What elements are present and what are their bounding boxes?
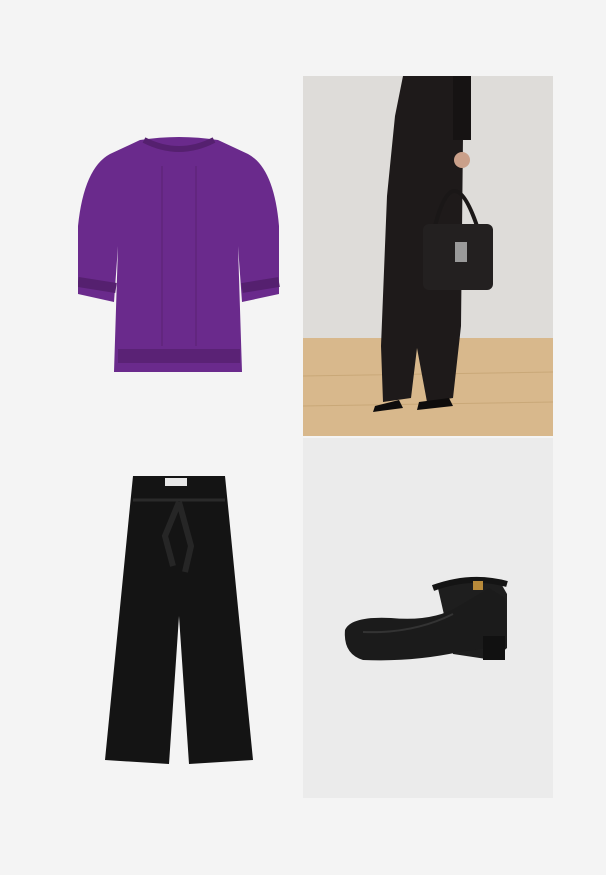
outfit-item-top[interactable] (78, 136, 280, 376)
black-ankle-strap-shoe-icon (344, 576, 508, 661)
model-with-handbag-icon (303, 76, 553, 436)
outfit-item-look[interactable] (303, 76, 553, 436)
outfit-item-shoes[interactable] (303, 438, 553, 798)
outfit-item-trousers[interactable] (105, 476, 253, 766)
black-wide-trousers-icon (105, 476, 253, 764)
purple-knit-top-icon (78, 137, 280, 372)
